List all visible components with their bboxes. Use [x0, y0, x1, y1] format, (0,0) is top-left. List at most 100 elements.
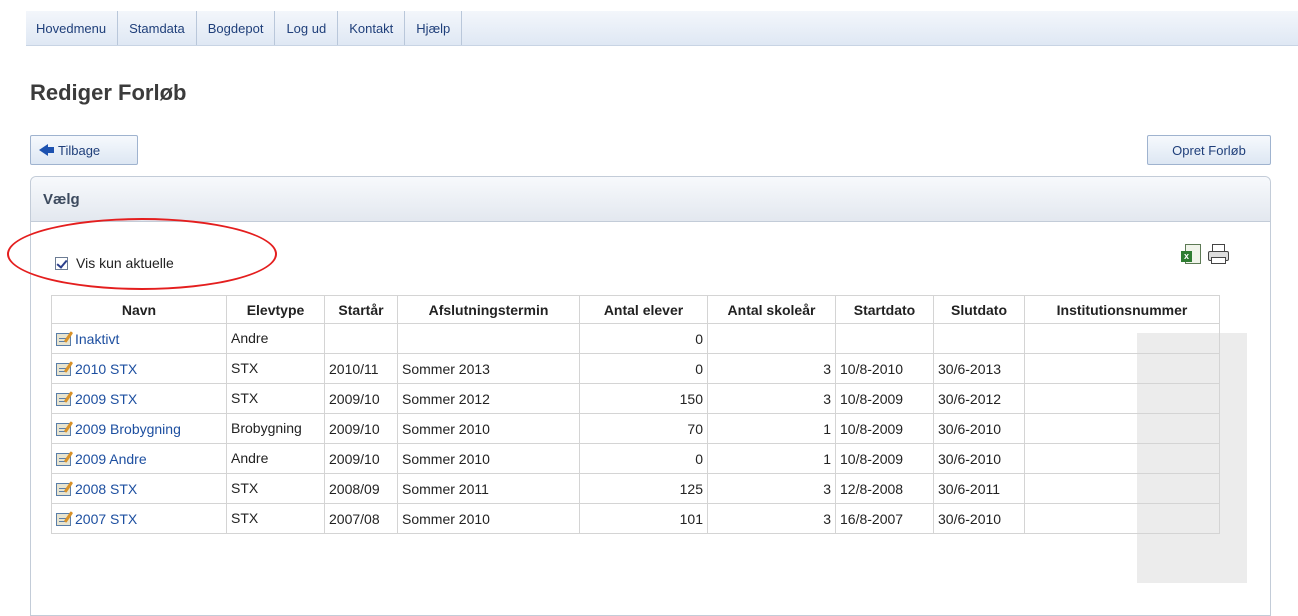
- cell-navn: 2008 STX: [51, 473, 227, 504]
- cell-inst: [1024, 353, 1220, 384]
- cell-enddate: 30/6-2010: [933, 503, 1025, 534]
- cell-years: 3: [707, 473, 836, 504]
- cell-term: Sommer 2010: [397, 443, 580, 474]
- nav-log-ud[interactable]: Log ud: [275, 11, 339, 45]
- cell-term: Sommer 2012: [397, 383, 580, 414]
- cell-enddate: [933, 323, 1025, 354]
- edit-course-link[interactable]: 2007 STX: [56, 511, 222, 527]
- table-row: 2009 Andre Andre 2009/10 Sommer 2010 0 1 10/8-…: [51, 443, 1220, 474]
- edit-course-link[interactable]: 2009 STX: [56, 391, 222, 407]
- cell-enddate: 30/6-2010: [933, 413, 1025, 444]
- table-header-row: Navn Elevtype Startår Afslutningstermin …: [51, 295, 1220, 324]
- table-row: 2009 Brobygning Brobygning 2009/10 Sommer 2…: [51, 413, 1220, 444]
- cell-years: [707, 323, 836, 354]
- nav-hovedmenu[interactable]: Hovedmenu: [26, 11, 119, 45]
- course-name: 2009 Andre: [75, 450, 147, 467]
- col-header-navn[interactable]: Navn: [51, 295, 227, 324]
- back-button[interactable]: Tilbage: [30, 135, 138, 165]
- cell-term: [397, 323, 580, 354]
- table-row: 2010 STX STX 2010/11 Sommer 2013 0 3 10/8-2010…: [51, 353, 1220, 384]
- cell-students: 150: [579, 383, 708, 414]
- cell-start: 2009/10: [324, 443, 398, 474]
- cell-term: Sommer 2010: [397, 413, 580, 444]
- edit-icon: [56, 510, 74, 527]
- cell-students: 0: [579, 323, 708, 354]
- back-arrow-icon: [39, 144, 54, 156]
- edit-course-link[interactable]: 2010 STX: [56, 361, 222, 377]
- col-header-startdato[interactable]: Startdato: [835, 295, 934, 324]
- filter-row: Vis kun aktuelle: [55, 255, 174, 271]
- cell-students: 101: [579, 503, 708, 534]
- cell-students: 0: [579, 353, 708, 384]
- cell-inst: [1024, 473, 1220, 504]
- cell-navn: 2010 STX: [51, 353, 227, 384]
- col-header-afslutningstermin[interactable]: Afslutningstermin: [397, 295, 580, 324]
- nav-hjaelp[interactable]: Hjælp: [405, 11, 463, 45]
- cell-inst: [1024, 383, 1220, 414]
- col-header-elevtype[interactable]: Elevtype: [226, 295, 325, 324]
- edit-course-link[interactable]: 2008 STX: [56, 481, 222, 497]
- cell-start: 2009/10: [324, 413, 398, 444]
- cell-start: 2009/10: [324, 383, 398, 414]
- cell-enddate: 30/6-2011: [933, 473, 1025, 504]
- edit-course-link[interactable]: 2009 Brobygning: [56, 421, 222, 437]
- table-row: 2007 STX STX 2007/08 Sommer 2010 101 3 16/8-20…: [51, 503, 1220, 534]
- excel-export-icon[interactable]: x: [1181, 244, 1201, 264]
- course-name: 2010 STX: [75, 360, 138, 377]
- cell-term: Sommer 2010: [397, 503, 580, 534]
- nav-bogdepot[interactable]: Bogdepot: [197, 11, 276, 45]
- cell-enddate: 30/6-2013: [933, 353, 1025, 384]
- cell-type: STX: [226, 503, 325, 534]
- cell-type: Andre: [226, 323, 325, 354]
- cell-startdate: 10/8-2009: [835, 383, 934, 414]
- course-name: Inaktivt: [75, 330, 120, 347]
- cell-startdate: 10/8-2009: [835, 413, 934, 444]
- show-current-only-label: Vis kun aktuelle: [76, 255, 174, 271]
- cell-inst: [1024, 443, 1220, 474]
- table-row: Inaktivt Andre 0: [51, 323, 1220, 354]
- cell-navn: 2009 Andre: [51, 443, 227, 474]
- table-row: 2009 STX STX 2009/10 Sommer 2012 150 3 10/8-20…: [51, 383, 1220, 414]
- edit-icon: [56, 330, 74, 347]
- col-header-antal-elever[interactable]: Antal elever: [579, 295, 708, 324]
- edit-course-link[interactable]: Inaktivt: [56, 331, 222, 347]
- cell-navn: 2009 Brobygning: [51, 413, 227, 444]
- create-course-button[interactable]: Opret Forløb: [1147, 135, 1271, 165]
- col-header-antal-skoleaar[interactable]: Antal skoleår: [707, 295, 836, 324]
- cell-startdate: 10/8-2009: [835, 443, 934, 474]
- cell-term: Sommer 2011: [397, 473, 580, 504]
- show-current-only-checkbox[interactable]: [55, 256, 68, 270]
- nav-kontakt[interactable]: Kontakt: [338, 11, 406, 45]
- cell-inst: [1024, 503, 1220, 534]
- course-name: 2009 STX: [75, 390, 138, 407]
- col-header-slutdato[interactable]: Slutdato: [933, 295, 1025, 324]
- cell-startdate: 12/8-2008: [835, 473, 934, 504]
- cell-years: 1: [707, 443, 836, 474]
- cell-enddate: 30/6-2010: [933, 443, 1025, 474]
- cell-type: STX: [226, 473, 325, 504]
- col-header-startaar[interactable]: Startår: [324, 295, 398, 324]
- cell-navn: 2009 STX: [51, 383, 227, 414]
- cell-start: 2007/08: [324, 503, 398, 534]
- cell-students: 70: [579, 413, 708, 444]
- page-title: Rediger Forløb: [30, 80, 187, 105]
- edit-course-link[interactable]: 2009 Andre: [56, 451, 222, 467]
- export-tools: x: [1181, 244, 1229, 264]
- edit-icon: [56, 420, 74, 437]
- cell-startdate: 16/8-2007: [835, 503, 934, 534]
- cell-students: 125: [579, 473, 708, 504]
- back-button-label: Tilbage: [58, 142, 101, 158]
- edit-icon: [56, 450, 74, 467]
- cell-term: Sommer 2013: [397, 353, 580, 384]
- edit-icon: [56, 390, 74, 407]
- edit-icon: [56, 480, 74, 497]
- cell-navn: 2007 STX: [51, 503, 227, 534]
- cell-startdate: 10/8-2010: [835, 353, 934, 384]
- print-icon[interactable]: [1207, 244, 1229, 264]
- cell-type: Brobygning: [226, 413, 325, 444]
- cell-type: Andre: [226, 443, 325, 474]
- course-name: 2008 STX: [75, 480, 138, 497]
- col-header-institutionsnummer[interactable]: Institutionsnummer: [1024, 295, 1220, 324]
- nav-stamdata[interactable]: Stamdata: [118, 11, 197, 45]
- course-name: 2009 Brobygning: [75, 420, 181, 437]
